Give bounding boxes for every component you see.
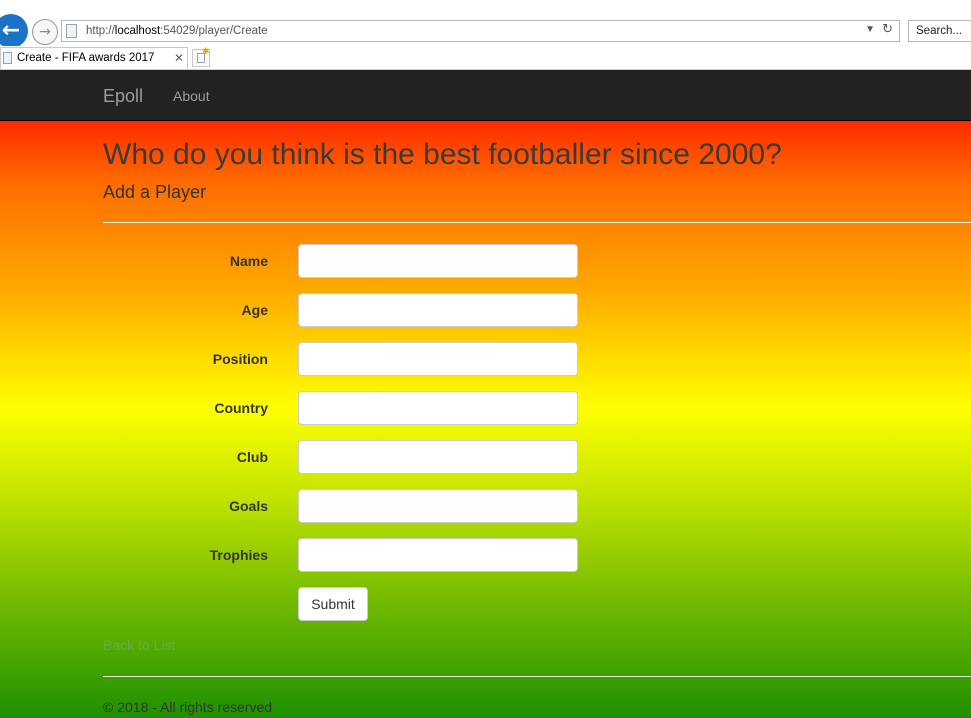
search-input[interactable]: Search...: [908, 20, 971, 42]
page-icon: [3, 52, 12, 64]
form-row-name: Name: [0, 244, 971, 278]
club-label: Club: [236, 449, 268, 465]
divider: [103, 222, 971, 223]
browser-address-bar-row: ← → http://localhost:54029/player/Create…: [0, 0, 971, 48]
back-arrow-icon[interactable]: ←: [0, 14, 28, 48]
age-label: Age: [241, 302, 268, 318]
name-label: Name: [229, 253, 268, 269]
address-bar[interactable]: http://localhost:54029/player/Create ▼ ↻: [61, 20, 900, 42]
chevron-down-icon[interactable]: ▼: [865, 24, 875, 35]
page-title: Who do you think is the best footballer …: [103, 138, 782, 171]
form-row-position: Position: [0, 342, 971, 376]
new-tab-button[interactable]: ✱: [192, 47, 210, 67]
page-body: Who do you think is the best footballer …: [0, 121, 971, 718]
close-icon[interactable]: ✕: [174, 51, 184, 65]
brand-link[interactable]: Epoll: [103, 86, 143, 107]
age-field[interactable]: [298, 293, 578, 327]
page-subtitle: Add a Player: [103, 182, 207, 202]
tab-strip: Create - FIFA awards 2017 ✕: [0, 46, 971, 70]
position-field[interactable]: [298, 342, 578, 376]
form-row-country: Country: [0, 391, 971, 425]
tab-title: Create - FIFA awards 2017: [17, 52, 155, 64]
new-tab-icon: ✱: [202, 47, 210, 57]
goals-label: Goals: [229, 498, 268, 514]
club-field[interactable]: [298, 440, 578, 474]
tab-create[interactable]: Create - FIFA awards 2017 ✕: [0, 47, 188, 69]
refresh-icon[interactable]: ↻: [882, 22, 893, 37]
name-field[interactable]: [298, 244, 578, 278]
nav-about-link[interactable]: About: [173, 88, 210, 104]
position-label: Position: [212, 351, 268, 367]
country-label: Country: [214, 400, 268, 416]
country-field[interactable]: [298, 391, 578, 425]
navbar: Epoll About: [0, 70, 971, 121]
back-to-list-link[interactable]: Back to List: [103, 637, 175, 653]
submit-button[interactable]: Submit: [298, 587, 368, 621]
trophies-label: Trophies: [209, 547, 268, 563]
form-row-goals: Goals: [0, 489, 971, 523]
forward-arrow-icon[interactable]: →: [32, 19, 58, 45]
goals-field[interactable]: [298, 489, 578, 523]
form-row-trophies: Trophies: [0, 538, 971, 572]
trophies-field[interactable]: [298, 538, 578, 572]
footer-text: © 2018 - All rights reserved: [103, 699, 273, 715]
divider: [103, 676, 971, 677]
form-row-club: Club: [0, 440, 971, 474]
url-text: http://localhost:54029/player/Create: [86, 25, 268, 37]
page-icon: [66, 24, 77, 38]
form-row-age: Age: [0, 293, 971, 327]
